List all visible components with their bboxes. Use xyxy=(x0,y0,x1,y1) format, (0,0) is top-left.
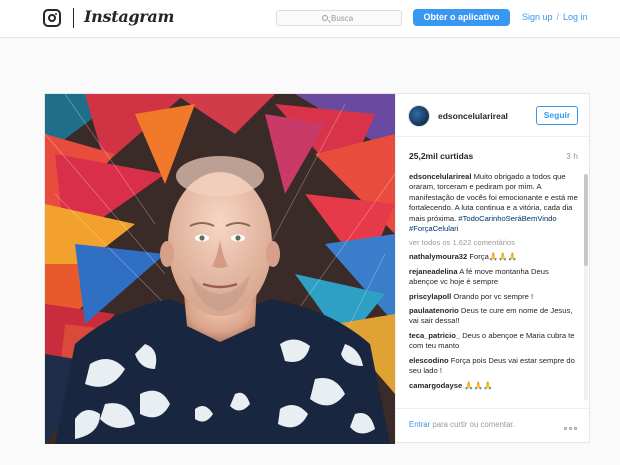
get-app-button[interactable]: Obter o aplicativo xyxy=(413,9,510,26)
login-prompt-text: para curtir ou comentar. xyxy=(430,420,515,429)
instagram-wordmark[interactable]: Instagram xyxy=(84,7,174,26)
comment-username[interactable]: nathalymoura32 xyxy=(409,252,467,261)
login-prompt: Entrar para curtir ou comentar. xyxy=(409,420,515,429)
logo-divider xyxy=(73,8,74,28)
signup-link[interactable]: Sign up xyxy=(522,12,553,22)
post-username[interactable]: edsoncelularireal xyxy=(438,111,508,121)
instagram-camera-icon[interactable] xyxy=(43,9,61,27)
post-footer: Entrar para curtir ou comentar. xyxy=(396,408,591,442)
comment-username[interactable]: paulaatenorio xyxy=(409,306,459,315)
post-card: edsoncelularireal Seguir 25,2mil curtida… xyxy=(44,93,591,444)
comment-username[interactable]: priscylapoll xyxy=(409,292,451,301)
comment-item: nathalymoura32 Força🙏🙏🙏 xyxy=(409,252,579,262)
post-photo-image xyxy=(45,94,395,444)
comment-text: Orando por vc sempre ! xyxy=(453,291,534,301)
more-options-icon[interactable] xyxy=(564,423,580,430)
auth-links: Sign up / Log in xyxy=(522,12,588,22)
comment-item: camargodayse 🙏🙏🙏 xyxy=(409,381,579,391)
view-all-comments-link[interactable]: ver todos os 1.622 comentários xyxy=(409,238,579,248)
likes-count[interactable]: 25,2mil curtidas xyxy=(409,151,473,161)
comment-username[interactable]: teca_patricio_ xyxy=(409,331,460,340)
post-caption: edsoncelularireal Muito obrigado a todos… xyxy=(409,172,579,234)
comment-username[interactable]: rejaneadelina xyxy=(409,267,458,276)
follow-button[interactable]: Seguir xyxy=(536,106,578,125)
search-box[interactable] xyxy=(276,10,402,26)
search-input[interactable] xyxy=(331,12,397,24)
caption-username[interactable]: edsoncelularireal xyxy=(409,172,471,181)
login-link[interactable]: Log in xyxy=(563,12,588,22)
comment-item: teca_patricio_ Deus o abençoe e Maria cu… xyxy=(409,331,579,352)
comment-text: Força🙏🙏🙏 xyxy=(469,252,518,262)
comment-item: paulaatenorio Deus te cure em nome de Je… xyxy=(409,306,579,327)
post-header: edsoncelularireal Seguir xyxy=(396,94,591,137)
comment-item: priscylapoll Orando por vc sempre ! xyxy=(409,292,579,302)
search-icon xyxy=(322,15,328,21)
comments-list: edsoncelularireal Muito obrigado a todos… xyxy=(409,172,579,404)
comment-username[interactable]: elescodino xyxy=(409,356,449,365)
enter-link[interactable]: Entrar xyxy=(409,420,430,429)
auth-separator: / xyxy=(556,12,560,22)
post-timestamp[interactable]: 3 h xyxy=(566,151,578,161)
avatar[interactable] xyxy=(408,105,430,127)
comment-username[interactable]: camargodayse xyxy=(409,381,462,390)
comment-item: rejaneadelina A fé move montanha Deus ab… xyxy=(409,267,579,288)
top-navigation-bar: Instagram Obter o aplicativo Sign up/Log… xyxy=(0,0,620,38)
comment-item: elescodino Força pois Deus vai estar sem… xyxy=(409,356,579,377)
comment-text: 🙏🙏🙏 xyxy=(464,380,493,390)
scrollbar-thumb[interactable] xyxy=(584,174,588,266)
comments-scrollbar[interactable] xyxy=(584,174,588,400)
post-photo[interactable] xyxy=(45,94,395,444)
post-sidebar: edsoncelularireal Seguir 25,2mil curtida… xyxy=(395,94,591,442)
